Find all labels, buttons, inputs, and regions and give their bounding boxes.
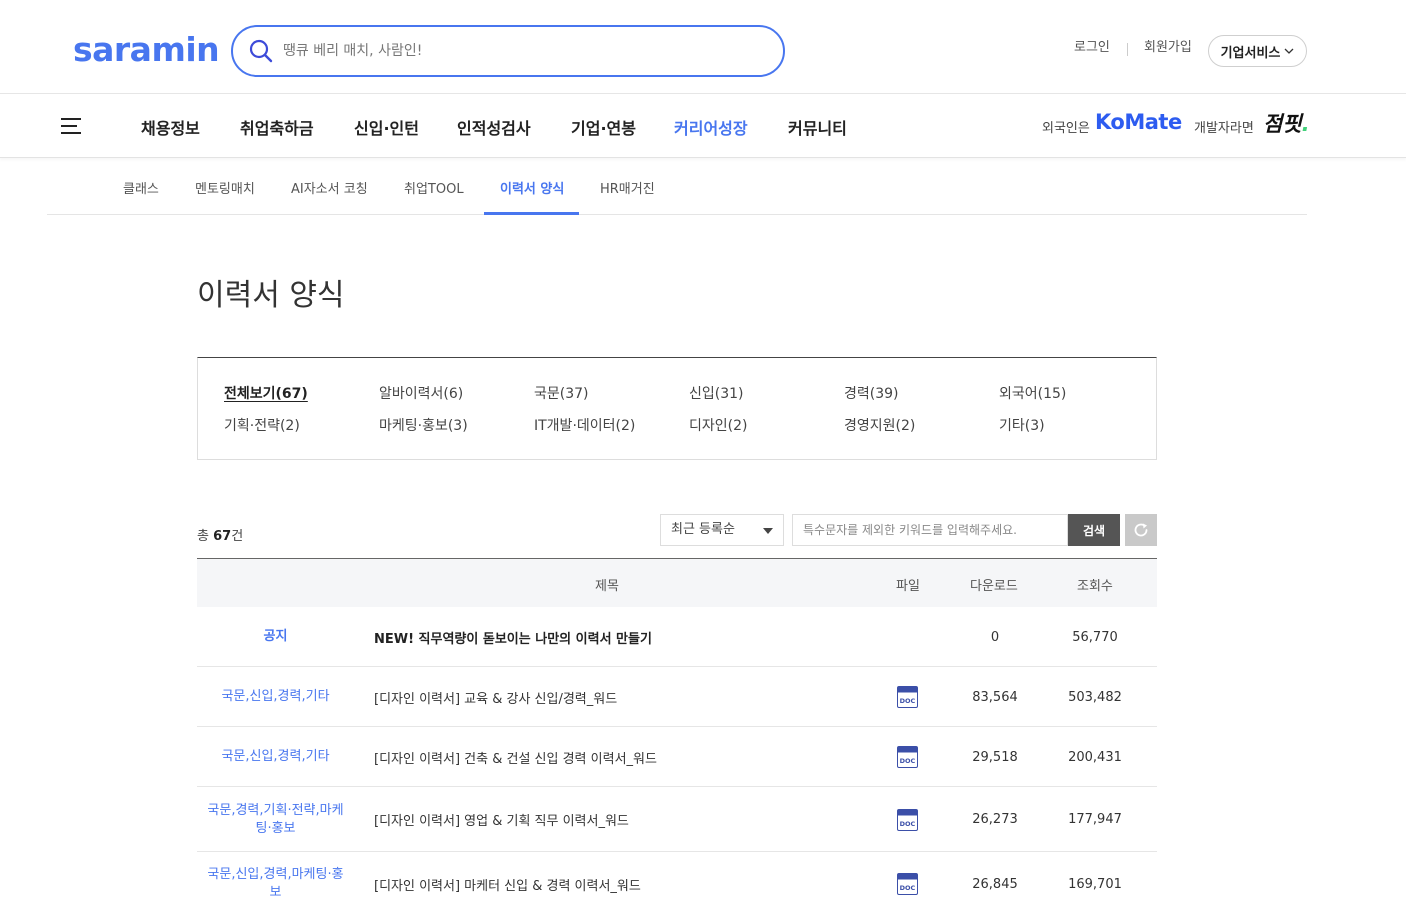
reset-button[interactable]	[1125, 514, 1157, 546]
nav-community[interactable]: 커뮤니티	[788, 115, 847, 139]
nav-career[interactable]: 커리어성장	[674, 115, 748, 139]
business-service-label: 기업서비스	[1220, 45, 1281, 61]
row-title[interactable]: [디자인 이력서] 마케터 신입 & 경력 이력서_워드	[374, 852, 894, 916]
jumpit-prefix: 개발자라면	[1194, 121, 1254, 136]
svg-text:DOC: DOC	[899, 884, 915, 892]
header-downloads: 다운로드	[970, 579, 1018, 594]
site-header: saramin 로그인 회원가입 기업서비스	[0, 0, 1406, 94]
subtab-resume-form[interactable]: 이력서 양식	[500, 178, 564, 197]
sub-nav: 클래스 멘토링매치 AI자소서 코칭 취업TOOL 이력서 양식 HR매거진	[47, 158, 1307, 215]
login-link[interactable]: 로그인	[1074, 36, 1110, 55]
row-views: 200,431	[1068, 749, 1122, 765]
row-category: 공지	[263, 629, 288, 644]
category-design[interactable]: 디자인(2)	[689, 415, 747, 435]
header-views: 조회수	[1077, 579, 1113, 594]
category-etc[interactable]: 기타(3)	[999, 415, 1045, 435]
header-divider	[1127, 43, 1128, 56]
svg-text:DOC: DOC	[899, 757, 915, 765]
nav-intern[interactable]: 신입·인턴	[354, 115, 419, 139]
nav-bonus[interactable]: 취업축하금	[240, 115, 314, 139]
row-downloads: 26,273	[972, 812, 1018, 827]
row-downloads: 0	[990, 629, 1000, 645]
subtab-mentoring[interactable]: 멘토링매치	[195, 178, 255, 197]
category-parttime[interactable]: 알바이력서(6)	[379, 383, 463, 403]
category-it[interactable]: IT개발·데이터(2)	[534, 415, 635, 435]
subtab-ai-coaching[interactable]: AI자소서 코칭	[291, 178, 368, 197]
row-title[interactable]: [디자인 이력서] 영업 & 기획 직무 이력서_워드	[374, 787, 894, 852]
category-newcomer[interactable]: 신입(31)	[689, 383, 744, 403]
table-row[interactable]: 국문,신입,경력,기타 [디자인 이력서] 건축 & 건설 신입 경력 이력서_…	[197, 727, 1157, 787]
row-category[interactable]: 국문,신입,경력,마케팅·홍보	[197, 852, 354, 916]
svg-text:DOC: DOC	[899, 697, 915, 705]
subtab-class[interactable]: 클래스	[123, 178, 159, 197]
category-korean[interactable]: 국문(37)	[534, 383, 589, 403]
category-marketing[interactable]: 마케팅·홍보(3)	[379, 415, 468, 435]
category-foreign-language[interactable]: 외국어(15)	[999, 383, 1066, 403]
refresh-icon	[1134, 523, 1148, 537]
subtab-tool[interactable]: 취업TOOL	[404, 178, 464, 197]
search-button[interactable]: 검색	[1068, 514, 1120, 546]
doc-file-icon[interactable]: DOC	[887, 852, 927, 916]
category-experienced[interactable]: 경력(39)	[844, 383, 899, 403]
row-title[interactable]: NEW! 직무역량이 돋보이는 나만의 이력서 만들기	[374, 607, 894, 667]
row-category[interactable]: 국문,경력,기획·전략,마케팅·홍보	[197, 787, 354, 852]
nav-jobs[interactable]: 채용정보	[141, 115, 200, 139]
menu-icon[interactable]	[61, 118, 81, 134]
doc-file-icon[interactable]: DOC	[887, 667, 927, 727]
subtab-hr-magazine[interactable]: HR매거진	[600, 178, 655, 197]
sort-value: 최근 등록순	[671, 522, 735, 537]
active-tab-underline	[484, 212, 579, 215]
business-service-button[interactable]: 기업서비스	[1208, 35, 1307, 67]
komate-logo[interactable]: KoMate	[1095, 110, 1182, 134]
category-all[interactable]: 전체보기(67)	[224, 383, 308, 403]
notice-row[interactable]: 공지 NEW! 직무역량이 돋보이는 나만의 이력서 만들기 0 56,770	[197, 607, 1157, 667]
page-title: 이력서 양식	[197, 278, 345, 313]
row-downloads: 83,564	[972, 689, 1018, 705]
row-views: 169,701	[1068, 876, 1122, 892]
doc-file-icon[interactable]: DOC	[887, 787, 927, 852]
row-views: 177,947	[1068, 812, 1122, 827]
nav-company[interactable]: 기업·연봉	[571, 115, 636, 139]
search-icon[interactable]	[249, 39, 273, 63]
main-nav: 채용정보 취업축하금 신입·인턴 인적성검사 기업·연봉 커리어성장 커뮤니티 …	[0, 95, 1406, 158]
search-bar[interactable]	[231, 25, 785, 77]
table-row[interactable]: 국문,신입,경력,기타 [디자인 이력서] 교육 & 강사 신입/경력_워드 D…	[197, 667, 1157, 727]
total-count: 총 67건	[197, 529, 244, 544]
doc-file-icon[interactable]: DOC	[887, 727, 927, 787]
table-header: 제목 파일 다운로드 조회수	[197, 559, 1157, 607]
table-row[interactable]: 국문,경력,기획·전략,마케팅·홍보 [디자인 이력서] 영업 & 기획 직무 …	[197, 787, 1157, 852]
nav-aptitude[interactable]: 인적성검사	[457, 115, 531, 139]
komate-prefix: 외국인은	[1042, 121, 1090, 136]
jumpit-logo[interactable]: 점핏.	[1263, 108, 1310, 138]
header-file: 파일	[896, 579, 920, 594]
svg-text:DOC: DOC	[899, 820, 915, 828]
category-management[interactable]: 경영지원(2)	[844, 415, 915, 435]
category-planning[interactable]: 기획·전략(2)	[224, 415, 300, 435]
row-downloads: 26,845	[972, 876, 1018, 892]
search-input[interactable]	[283, 37, 763, 65]
category-filter: 전체보기(67) 알바이력서(6) 국문(37) 신입(31) 경력(39) 외…	[197, 357, 1157, 460]
row-category[interactable]: 국문,신입,경력,기타	[197, 727, 354, 787]
caret-down-icon	[763, 528, 773, 534]
sort-select[interactable]: 최근 등록순	[660, 514, 784, 546]
signup-link[interactable]: 회원가입	[1144, 36, 1192, 55]
row-downloads: 29,518	[972, 749, 1018, 765]
chevron-down-icon	[1284, 48, 1294, 54]
saramin-logo[interactable]: saramin	[73, 30, 220, 69]
keyword-input[interactable]	[792, 514, 1068, 546]
row-views: 56,770	[1072, 629, 1118, 645]
resume-table: 제목 파일 다운로드 조회수 공지 NEW! 직무역량이 돋보이는 나만의 이력…	[197, 558, 1157, 916]
row-title[interactable]: [디자인 이력서] 교육 & 강사 신입/경력_워드	[374, 667, 894, 727]
row-title[interactable]: [디자인 이력서] 건축 & 건설 신입 경력 이력서_워드	[374, 727, 894, 787]
row-category[interactable]: 국문,신입,경력,기타	[197, 667, 354, 727]
header-title: 제목	[595, 579, 619, 594]
table-row[interactable]: 국문,신입,경력,마케팅·홍보 [디자인 이력서] 마케터 신입 & 경력 이력…	[197, 852, 1157, 916]
row-views: 503,482	[1068, 689, 1122, 705]
